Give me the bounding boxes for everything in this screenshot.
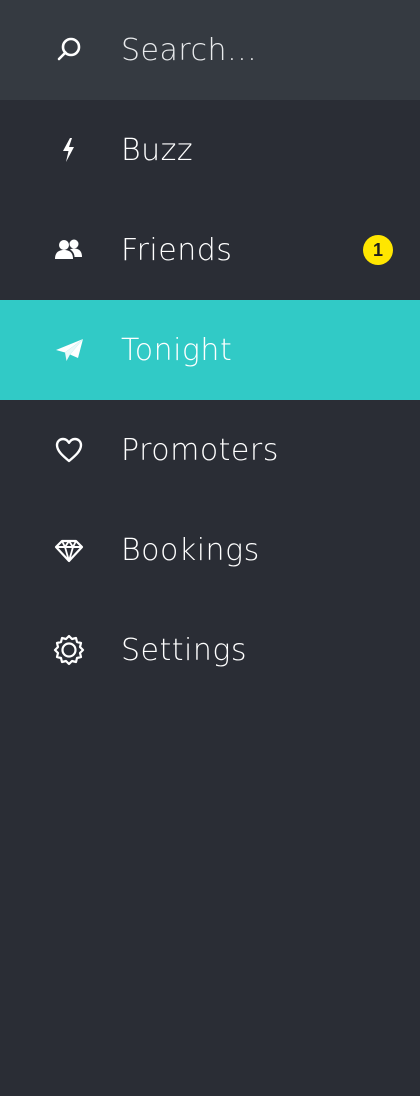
heart-icon xyxy=(50,431,88,469)
search-input[interactable] xyxy=(121,0,401,100)
menu-item-label: Buzz xyxy=(121,132,194,168)
menu-item-promoters[interactable]: Promoters xyxy=(0,400,420,500)
menu-item-settings[interactable]: Settings xyxy=(0,600,420,700)
people-icon xyxy=(50,231,88,269)
menu-item-label: Tonight xyxy=(121,332,233,368)
paper-plane-icon xyxy=(50,331,88,369)
menu-item-tonight[interactable]: Tonight xyxy=(0,300,420,400)
notification-badge: 1 xyxy=(363,235,393,265)
side-menu: Buzz Friends 1 Tonight xyxy=(0,0,420,1096)
menu-item-friends[interactable]: Friends 1 xyxy=(0,200,420,300)
menu-item-label: Promoters xyxy=(121,432,279,468)
lightning-icon xyxy=(50,131,88,169)
menu-item-label: Bookings xyxy=(121,532,260,568)
menu-item-label: Friends xyxy=(121,232,233,268)
menu-item-buzz[interactable]: Buzz xyxy=(0,100,420,200)
search-icon xyxy=(50,31,88,69)
menu-item-bookings[interactable]: Bookings xyxy=(0,500,420,600)
gear-icon xyxy=(50,631,88,669)
search-bar[interactable] xyxy=(0,0,420,100)
diamond-icon xyxy=(50,531,88,569)
menu-item-label: Settings xyxy=(121,632,248,668)
